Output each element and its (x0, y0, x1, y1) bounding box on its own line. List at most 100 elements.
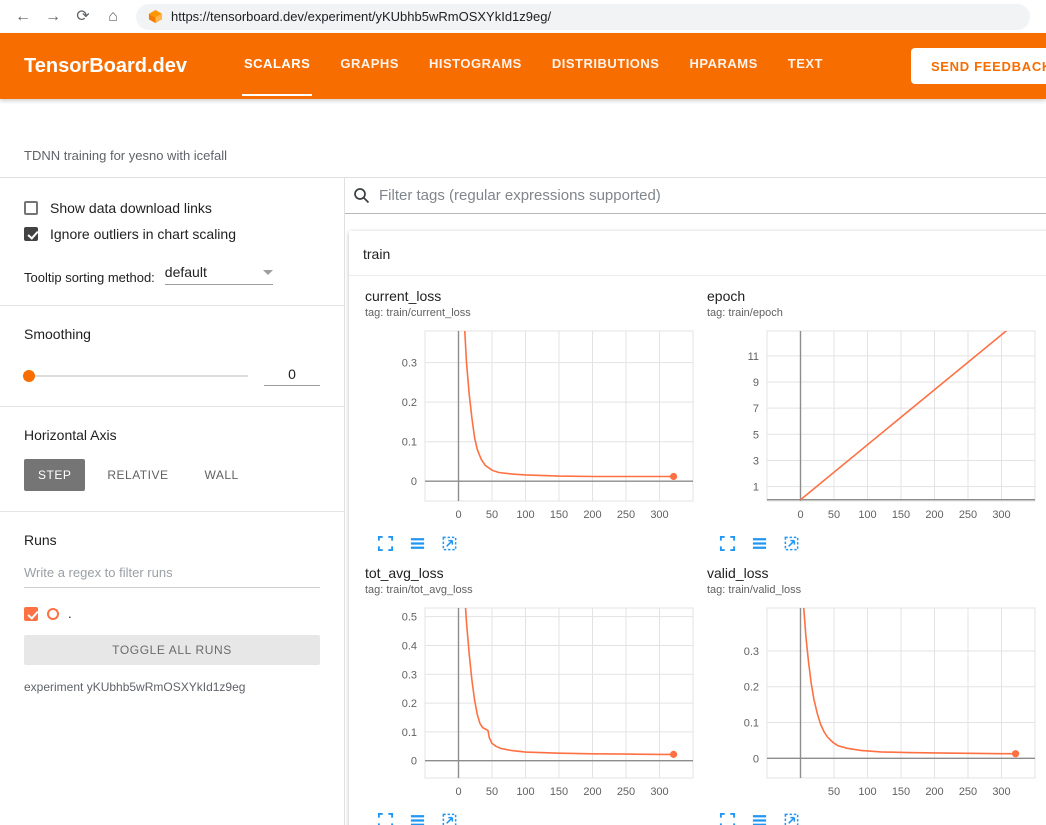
svg-text:0: 0 (455, 786, 461, 798)
svg-text:150: 150 (892, 509, 910, 521)
tab-distributions[interactable]: DISTRIBUTIONS (550, 33, 662, 96)
svg-text:9: 9 (753, 377, 759, 389)
tag-filter-row (345, 178, 1046, 214)
svg-text:150: 150 (550, 509, 568, 521)
svg-text:300: 300 (992, 786, 1010, 798)
chart-card-tot-avg-loss: tot_avg_loss tag: train/tot_avg_loss 050… (363, 565, 699, 825)
data-table-icon[interactable] (751, 535, 768, 552)
browser-window: ← → ⟳ ⌂ https://tensorboard.dev/experime… (0, 0, 1046, 825)
browser-toolbar: ← → ⟳ ⌂ https://tensorboard.dev/experime… (0, 0, 1046, 33)
run-checkbox[interactable] (24, 607, 38, 621)
address-bar[interactable]: https://tensorboard.dev/experiment/yKUbh… (136, 4, 1030, 30)
divider (0, 511, 344, 512)
settings-sidebar: Show data download links Ignore outliers… (0, 178, 345, 825)
fit-domain-icon[interactable] (783, 535, 800, 552)
svg-text:0: 0 (455, 509, 461, 521)
chart-title: tot_avg_loss (363, 565, 699, 581)
svg-text:7: 7 (753, 403, 759, 415)
smoothing-slider-row: 0 (24, 366, 320, 386)
fit-domain-icon[interactable] (441, 535, 458, 552)
smoothing-slider-thumb[interactable] (23, 370, 35, 382)
forward-icon[interactable]: → (40, 9, 66, 25)
experiment-header: TDNN training for yesno with icefall (0, 99, 1046, 178)
chart-toolbar (363, 527, 699, 555)
fit-domain-icon[interactable] (441, 812, 458, 825)
data-table-icon[interactable] (751, 812, 768, 825)
tag-filter-input[interactable] (379, 187, 1038, 204)
svg-text:0: 0 (411, 476, 417, 488)
run-color-circle-icon[interactable] (47, 608, 59, 620)
axis-relative-button[interactable]: RELATIVE (93, 459, 182, 491)
back-icon[interactable]: ← (10, 9, 36, 25)
expand-chart-icon[interactable] (719, 812, 736, 825)
toggle-all-runs-button[interactable]: TOGGLE ALL RUNS (24, 635, 320, 665)
tensorboard-logo[interactable]: TensorBoard.dev (24, 55, 187, 78)
runs-filter-row (24, 564, 320, 588)
home-icon[interactable]: ⌂ (100, 9, 126, 25)
svg-text:100: 100 (858, 786, 876, 798)
show-download-links-label: Show data download links (50, 200, 212, 216)
chart-title: valid_loss (705, 565, 1041, 581)
divider (0, 305, 344, 306)
svg-text:200: 200 (583, 509, 601, 521)
line-chart[interactable]: 0501001502002503001357911 (705, 321, 1041, 527)
divider (0, 406, 344, 407)
data-table-icon[interactable] (409, 812, 426, 825)
ignore-outliers-checkbox[interactable] (24, 227, 38, 241)
expand-chart-icon[interactable] (377, 535, 394, 552)
axis-step-button[interactable]: STEP (24, 459, 85, 491)
tab-histograms[interactable]: HISTOGRAMS (427, 33, 524, 96)
chart-toolbar (363, 804, 699, 825)
tab-scalars[interactable]: SCALARS (242, 33, 312, 96)
svg-text:50: 50 (828, 786, 840, 798)
smoothing-value-field[interactable]: 0 (264, 366, 320, 386)
content: Show data download links Ignore outliers… (0, 178, 1046, 825)
chart-title: epoch (705, 288, 1041, 304)
svg-text:0.2: 0.2 (402, 698, 417, 710)
svg-text:3: 3 (753, 455, 759, 467)
url-text: https://tensorboard.dev/experiment/yKUbh… (171, 9, 551, 24)
tensorboard-favicon (148, 9, 163, 24)
train-tag-group-card: train current_loss tag: train/current_lo… (349, 231, 1046, 825)
svg-text:250: 250 (617, 786, 635, 798)
line-chart[interactable]: 5010015020025030000.10.20.3 (705, 598, 1041, 804)
data-table-icon[interactable] (409, 535, 426, 552)
svg-text:100: 100 (516, 786, 534, 798)
line-chart[interactable]: 05010015020025030000.10.20.30.40.5 (363, 598, 699, 804)
nav-tabs: SCALARS GRAPHS HISTOGRAMS DISTRIBUTIONS … (229, 33, 838, 96)
tooltip-sorting-dropdown[interactable]: default (165, 264, 273, 285)
tab-hparams[interactable]: HPARAMS (687, 33, 759, 96)
send-feedback-button[interactable]: SEND FEEDBACK (911, 48, 1046, 84)
smoothing-slider[interactable] (24, 375, 248, 377)
axis-wall-button[interactable]: WALL (190, 459, 252, 491)
expand-chart-icon[interactable] (719, 535, 736, 552)
svg-text:0.3: 0.3 (402, 669, 417, 681)
search-icon (353, 187, 370, 204)
tag-group-title[interactable]: train (349, 231, 1046, 276)
chart-title: current_loss (363, 288, 699, 304)
fit-domain-icon[interactable] (783, 812, 800, 825)
show-download-links-checkbox[interactable] (24, 201, 38, 215)
svg-text:0: 0 (753, 753, 759, 765)
chevron-down-icon (263, 270, 273, 275)
svg-text:300: 300 (992, 509, 1010, 521)
chart-tag: tag: train/valid_loss (705, 584, 1041, 596)
tab-text[interactable]: TEXT (786, 33, 825, 96)
svg-text:0: 0 (411, 756, 417, 768)
svg-text:100: 100 (858, 509, 876, 521)
svg-text:0: 0 (797, 509, 803, 521)
svg-text:250: 250 (959, 786, 977, 798)
svg-text:0.3: 0.3 (402, 358, 417, 370)
svg-text:100: 100 (516, 509, 534, 521)
svg-text:11: 11 (748, 351, 759, 363)
runs-filter-input[interactable] (24, 565, 320, 588)
horizontal-axis-label: Horizontal Axis (24, 427, 320, 443)
svg-text:5: 5 (753, 429, 759, 441)
chart-tag: tag: train/current_loss (363, 307, 699, 319)
expand-chart-icon[interactable] (377, 812, 394, 825)
tab-graphs[interactable]: GRAPHS (338, 33, 401, 96)
line-chart[interactable]: 05010015020025030000.10.20.3 (363, 321, 699, 527)
ignore-outliers-row: Ignore outliers in chart scaling (24, 226, 320, 242)
reload-icon[interactable]: ⟳ (70, 9, 96, 25)
svg-text:200: 200 (925, 509, 943, 521)
